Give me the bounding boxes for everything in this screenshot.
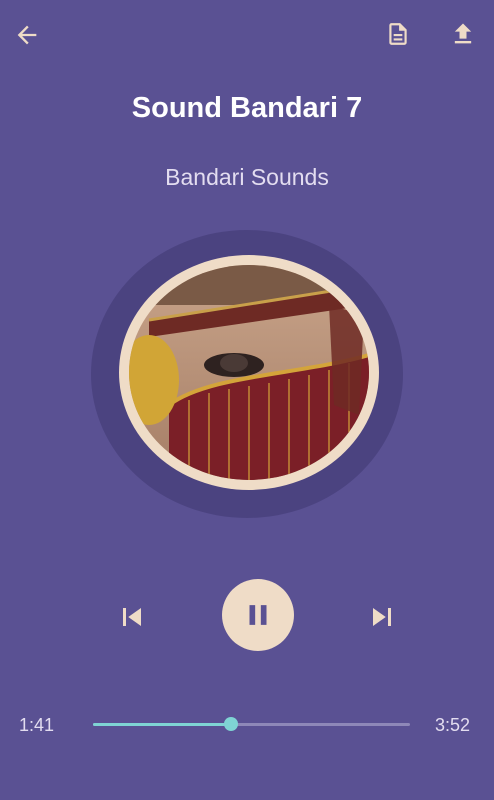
skip-next-icon xyxy=(373,608,391,626)
track-title: Sound Bandari 7 xyxy=(131,92,363,124)
pause-button[interactable] xyxy=(222,579,294,651)
seek-progress xyxy=(93,723,231,726)
seek-bar[interactable] xyxy=(93,717,410,731)
total-time: 3:52 xyxy=(434,715,470,735)
album-artwork xyxy=(119,255,379,490)
next-button[interactable] xyxy=(362,597,402,637)
artwork-image xyxy=(129,265,369,480)
seek-thumb[interactable] xyxy=(223,717,238,731)
track-artist: Bandari Sounds xyxy=(165,164,329,190)
document-icon xyxy=(389,23,407,45)
skip-previous-icon xyxy=(123,608,141,626)
arrow-left-icon xyxy=(17,25,37,45)
back-button[interactable] xyxy=(7,15,47,55)
upload-icon xyxy=(454,23,472,44)
pause-icon xyxy=(249,605,267,625)
previous-button[interactable] xyxy=(112,597,152,637)
playback-controls xyxy=(0,575,494,655)
upload-button[interactable] xyxy=(443,14,483,54)
current-time: 1:41 xyxy=(19,715,55,735)
document-button[interactable] xyxy=(378,14,418,54)
top-bar xyxy=(0,0,494,70)
